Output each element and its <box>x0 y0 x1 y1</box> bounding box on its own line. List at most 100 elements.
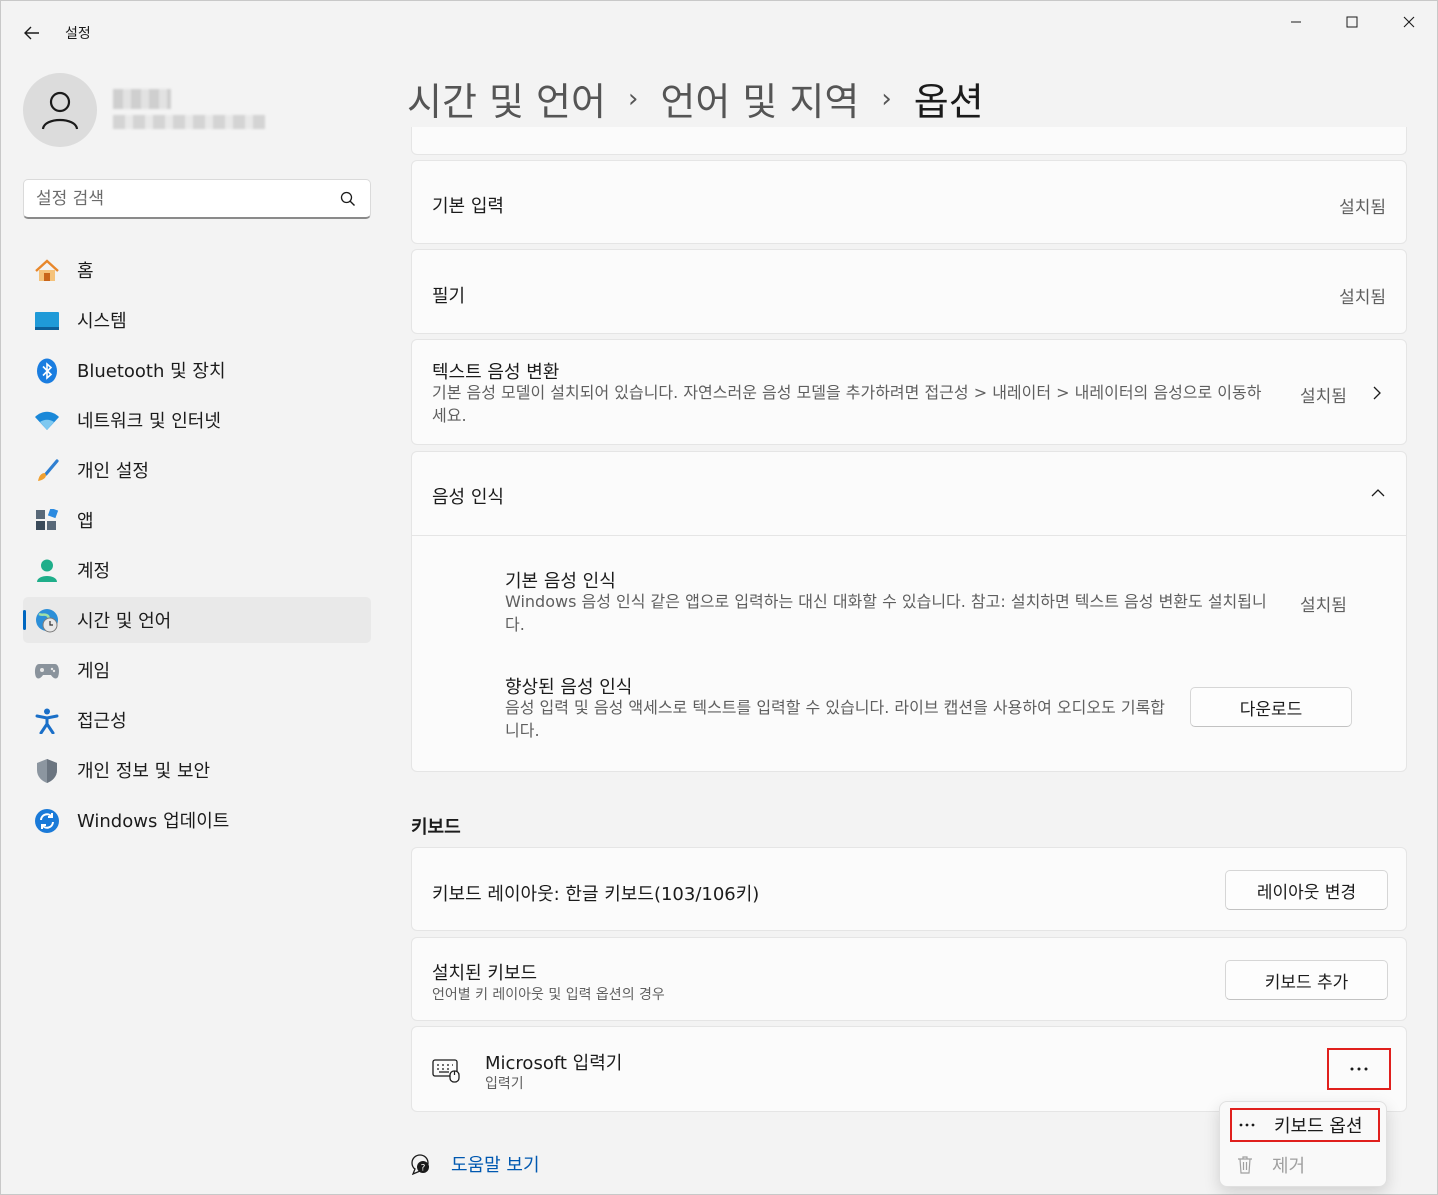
menu-item-keyboard-options[interactable]: 키보드 옵션 <box>1230 1108 1380 1142</box>
status-text: 설치됨 <box>1339 288 1386 308</box>
menu-item-remove[interactable]: 제거 <box>1230 1148 1380 1182</box>
maximize-button[interactable] <box>1327 7 1377 37</box>
sidebar-item-home[interactable]: 홈 <box>23 247 371 293</box>
sidebar-item-label: 앱 <box>77 511 94 532</box>
help-link-label[interactable]: 도움말 보기 <box>451 1151 540 1177</box>
sidebar-item-label: Bluetooth 및 장치 <box>77 361 226 382</box>
feature-basic-input: 기본 입력 설치됨 <box>411 160 1407 244</box>
minimize-button[interactable] <box>1271 7 1321 37</box>
settings-search[interactable] <box>23 179 371 219</box>
menu-item-label: 제거 <box>1272 1156 1306 1177</box>
home-icon <box>34 258 60 284</box>
search-input[interactable] <box>36 186 336 212</box>
feature-speech-recognition: 음성 인식 기본 음성 인식 Windows 음성 인식 같은 앱으로 입력하는… <box>411 451 1407 772</box>
close-icon <box>1403 16 1415 28</box>
title-bar: 설정 <box>1 1 1437 63</box>
installed-keyboards-subtitle: 언어별 키 레이아웃 및 입력 옵션의 경우 <box>432 987 665 1003</box>
sidebar-item-accessibility[interactable]: 접근성 <box>23 697 371 743</box>
monitor-icon <box>34 308 60 334</box>
sidebar-item-accounts[interactable]: 계정 <box>23 547 371 593</box>
add-keyboard-button[interactable]: 키보드 추가 <box>1225 960 1388 1000</box>
arrow-left-icon <box>24 26 39 40</box>
installed-keyboards-title: 설치된 키보드 <box>432 963 538 984</box>
help-link[interactable]: ? 도움말 보기 <box>409 1151 540 1177</box>
ime-context-menu: 키보드 옵션 제거 <box>1219 1101 1387 1187</box>
sidebar-item-label: 홈 <box>77 261 94 282</box>
sidebar-item-system[interactable]: 시스템 <box>23 297 371 343</box>
sidebar-item-label: 개인 설정 <box>77 461 149 482</box>
breadcrumb-separator: › <box>881 83 892 114</box>
sidebar-item-label: 네트워크 및 인터넷 <box>77 411 221 432</box>
sidebar-nav: 홈 시스템 Bluetooth 및 장치 네트워크 및 인터넷 개인 설정 앱 … <box>23 247 371 847</box>
feature-text-to-speech[interactable]: 텍스트 음성 변환 기본 음성 모델이 설치되어 있습니다. 자연스러운 음성 … <box>411 339 1407 445</box>
person-icon <box>34 558 60 584</box>
user-icon <box>41 91 79 130</box>
sidebar-item-bluetooth[interactable]: Bluetooth 및 장치 <box>23 347 371 393</box>
help-chat-icon: ? <box>411 1154 429 1175</box>
breadcrumb: 시간 및 언어 › 언어 및 지역 › 옵션 <box>407 71 984 126</box>
status-text: 설치됨 <box>1300 387 1347 407</box>
app-title: 설정 <box>65 26 91 42</box>
sidebar-item-label: 접근성 <box>77 711 127 732</box>
sidebar-item-label: 개인 정보 및 보안 <box>77 761 211 782</box>
breadcrumb-separator: › <box>627 83 639 114</box>
maximize-icon <box>1346 16 1358 28</box>
feature-title: 음성 인식 <box>432 487 504 508</box>
avatar[interactable] <box>23 73 97 147</box>
sidebar-item-gaming[interactable]: 게임 <box>23 647 371 693</box>
sidebar-item-label: 시스템 <box>77 311 127 332</box>
sidebar-item-privacy[interactable]: 개인 정보 및 보안 <box>23 747 371 793</box>
ime-card: Microsoft 입력기 입력기 <box>411 1026 1407 1112</box>
breadcrumb-language-region[interactable]: 언어 및 지역 <box>660 71 859 126</box>
gamepad-icon <box>34 658 60 684</box>
brush-icon <box>34 458 60 484</box>
sidebar-item-label: Windows 업데이트 <box>77 811 230 832</box>
speech-expander-header[interactable]: 음성 인식 <box>412 452 1406 536</box>
status-text: 설치됨 <box>1300 596 1347 616</box>
minimize-icon <box>1291 21 1301 23</box>
sidebar-item-network[interactable]: 네트워크 및 인터넷 <box>23 397 371 443</box>
keyboard-icon <box>432 1059 460 1083</box>
keyboard-layout-card: 키보드 레이아웃: 한글 키보드(103/106키) 레이아웃 변경 <box>411 847 1407 931</box>
sidebar-item-apps[interactable]: 앱 <box>23 497 371 543</box>
download-button[interactable]: 다운로드 <box>1190 687 1352 727</box>
basic-speech-description: Windows 음성 인식 같은 앱으로 입력하는 대신 대화할 수 있습니다.… <box>505 592 1267 634</box>
page-title: 옵션 <box>913 80 984 124</box>
ime-more-options-button[interactable] <box>1327 1048 1391 1090</box>
enhanced-speech-description: 음성 입력 및 음성 액세스로 텍스트를 입력할 수 있습니다. 라이브 캡션을… <box>505 698 1166 740</box>
sidebar-item-personalization[interactable]: 개인 설정 <box>23 447 371 493</box>
bluetooth-icon <box>34 358 60 384</box>
sidebar-item-label: 시간 및 언어 <box>77 611 172 632</box>
breadcrumb-time-language[interactable]: 시간 및 언어 <box>407 71 606 126</box>
close-button[interactable] <box>1384 7 1434 37</box>
redacted-user-email <box>113 115 265 129</box>
ime-title: Microsoft 입력기 <box>485 1053 623 1074</box>
installed-keyboards-card: 설치된 키보드 언어별 키 레이아웃 및 입력 옵션의 경우 키보드 추가 <box>411 937 1407 1021</box>
sidebar-item-time-language[interactable]: 시간 및 언어 <box>23 597 371 643</box>
more-horizontal-icon <box>1350 1067 1368 1071</box>
feature-handwriting: 필기 설치됨 <box>411 249 1407 334</box>
sidebar-item-label: 게임 <box>77 661 111 682</box>
ime-subtitle: 입력기 <box>485 1076 524 1092</box>
shield-icon <box>34 758 60 784</box>
globe-clock-icon <box>34 608 60 634</box>
feature-description: 기본 음성 모델이 설치되어 있습니다. 자연스러운 음성 모델을 추가하려면 … <box>432 383 1262 425</box>
more-horizontal-icon <box>1232 1123 1262 1127</box>
menu-item-label: 키보드 옵션 <box>1274 1116 1363 1137</box>
keyboard-section-heading: 키보드 <box>411 817 461 838</box>
clipped-card <box>411 127 1407 155</box>
redacted-user-name <box>113 89 171 109</box>
accessibility-icon <box>34 708 60 734</box>
settings-window: 설정 홈 시스템 <box>0 0 1438 1195</box>
change-layout-button[interactable]: 레이아웃 변경 <box>1225 870 1388 910</box>
chevron-right-icon <box>1373 386 1381 400</box>
apps-icon <box>34 508 60 534</box>
chevron-up-icon[interactable] <box>1370 488 1386 498</box>
sidebar-item-windows-update[interactable]: Windows 업데이트 <box>23 797 371 843</box>
keyboard-layout-title: 키보드 레이아웃: 한글 키보드(103/106키) <box>432 884 760 905</box>
update-icon <box>34 808 60 834</box>
search-icon[interactable] <box>340 191 356 207</box>
back-button[interactable] <box>17 19 47 47</box>
feature-title: 필기 <box>432 286 466 307</box>
status-text: 설치됨 <box>1339 198 1386 218</box>
